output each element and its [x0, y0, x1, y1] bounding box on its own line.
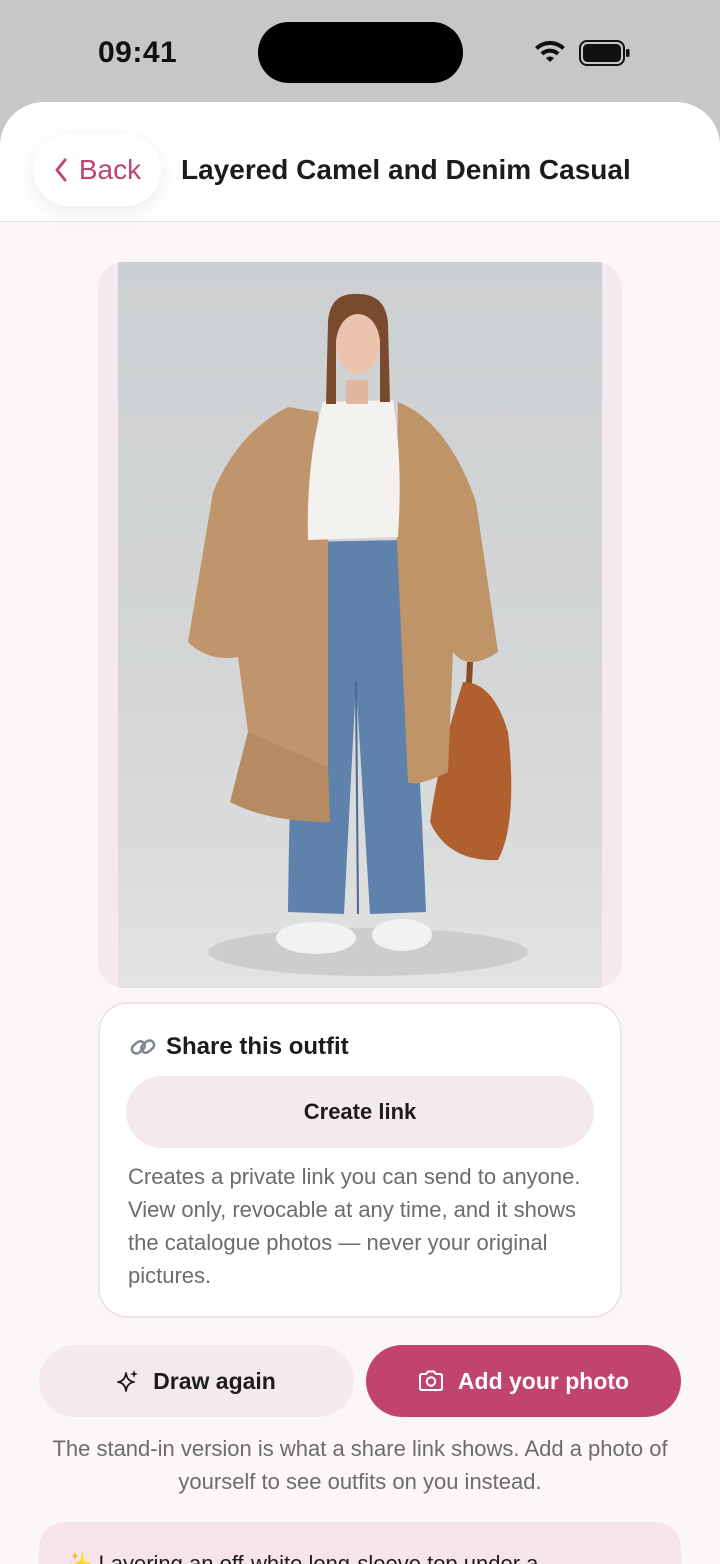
share-heading: Share this outfit	[128, 1032, 349, 1062]
outfit-image-frame	[98, 262, 622, 988]
stand-in-hint: The stand-in version is what a share lin…	[52, 1436, 668, 1494]
outfit-photo	[118, 262, 602, 988]
share-card: Share this outfit Create link Creates a …	[98, 1002, 622, 1318]
back-label: Back	[78, 154, 142, 185]
sparkle-icon	[117, 1370, 139, 1392]
battery-icon	[579, 40, 630, 66]
draw-again-label: Draw again	[153, 1367, 276, 1394]
wifi-icon	[535, 40, 565, 62]
action-row: Draw again Add your photo	[0, 1345, 720, 1417]
link-icon	[130, 1039, 156, 1055]
add-photo-label: Add your photo	[457, 1367, 630, 1394]
share-heading-text: Share this outfit	[166, 1033, 349, 1060]
page-title: Layered Camel and Denim Casual	[181, 154, 631, 185]
outfit-illustration	[188, 293, 528, 976]
nav-bar: Back Layered Camel and Denim Casual	[0, 102, 720, 222]
status-bar: 09:41	[0, 0, 720, 100]
add-photo-button[interactable]: Add your photo	[366, 1345, 681, 1417]
create-link-button[interactable]: Create link	[126, 1076, 594, 1148]
draw-again-button[interactable]: Draw again	[39, 1345, 354, 1417]
status-time: 09:41	[98, 36, 178, 69]
camera-icon	[418, 1370, 443, 1391]
dynamic-island	[258, 22, 463, 83]
styling-tip-text: ✨ Layering an off-white long-sleeve top …	[65, 1551, 539, 1564]
outfit-detail-sheet: Back Layered Camel and Denim Casual Shar…	[0, 102, 720, 1564]
styling-tip-card: ✨ Layering an off-white long-sleeve top …	[39, 1522, 681, 1564]
share-description: Creates a private link you can send to a…	[128, 1164, 581, 1288]
chevron-left-icon	[55, 158, 67, 182]
back-button[interactable]: Back	[33, 134, 161, 206]
